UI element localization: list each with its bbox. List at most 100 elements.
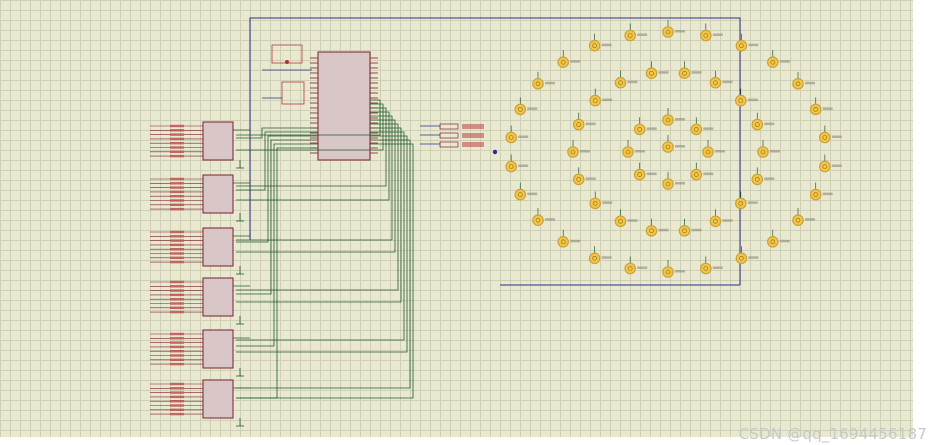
led-label-mark — [570, 239, 581, 243]
resistor — [170, 129, 184, 132]
led-label-mark — [722, 80, 733, 84]
resistor — [170, 186, 184, 189]
led-label-mark — [805, 218, 815, 221]
led-lamp — [662, 26, 674, 38]
led-lamp — [751, 118, 764, 131]
led-label-mark — [658, 71, 669, 74]
led-label-mark — [627, 80, 638, 84]
led-label-mark — [715, 150, 725, 153]
led-lamp — [809, 103, 822, 116]
led-lamp — [735, 252, 748, 265]
resistor — [170, 146, 184, 149]
resistor — [170, 243, 184, 247]
led-label-mark — [764, 177, 775, 180]
resistor — [170, 408, 184, 411]
button-label-mark — [462, 133, 484, 138]
resistor — [170, 239, 184, 242]
led-label-mark — [601, 256, 612, 259]
led-lamp — [645, 225, 658, 237]
led-label-mark — [637, 33, 648, 36]
led-lamp — [792, 214, 804, 226]
resistor — [170, 358, 184, 361]
led-lamp — [514, 103, 527, 116]
led-lamp — [614, 215, 627, 228]
resistor — [170, 256, 184, 259]
led-label-mark — [805, 81, 815, 85]
resistor — [170, 306, 184, 309]
resistor — [170, 337, 184, 340]
led-lamp — [678, 225, 691, 237]
led-lamp — [699, 29, 712, 42]
led-lamp — [572, 118, 585, 131]
junction-dot — [492, 149, 498, 155]
led-label-mark — [764, 122, 775, 126]
led-label-mark — [585, 122, 596, 126]
resistor — [170, 260, 184, 264]
led-label-mark — [675, 270, 685, 273]
led-lamp — [699, 262, 712, 275]
led-lamp — [735, 39, 748, 52]
led-lamp — [690, 168, 703, 181]
reset-circuit — [281, 81, 305, 105]
led-lamp — [588, 39, 601, 52]
button-label-mark — [462, 124, 484, 129]
led-lamp — [757, 146, 769, 158]
data-wire — [236, 123, 399, 291]
led-lamp — [662, 114, 674, 126]
led-label-mark — [779, 239, 790, 243]
resistor — [170, 207, 184, 211]
led-lamp — [690, 123, 703, 136]
led-lamp — [505, 160, 517, 173]
led-lamp — [557, 56, 569, 68]
resistor — [170, 177, 184, 181]
resistor — [170, 404, 184, 407]
led-label-mark — [675, 30, 685, 33]
resistor — [170, 382, 184, 386]
led-label-mark — [712, 266, 723, 269]
data-wire — [236, 147, 318, 399]
resistor — [170, 195, 184, 198]
resistor — [170, 230, 184, 234]
led-label-mark — [646, 172, 657, 176]
led-label-mark — [779, 60, 790, 63]
led-label-mark — [822, 107, 833, 110]
driver-chip — [202, 277, 234, 317]
led-lamp — [662, 178, 674, 190]
led-lamp — [709, 215, 722, 228]
schematic-sheet[interactable] — [0, 0, 913, 437]
watermark: CSDN @qq_1694456187 — [738, 425, 927, 443]
led-lamp — [624, 29, 636, 42]
data-wire — [236, 127, 318, 139]
resistor — [170, 293, 184, 297]
resistor — [170, 199, 184, 202]
led-label-mark — [703, 172, 714, 176]
led-lamp — [589, 94, 601, 107]
led-label-mark — [747, 201, 758, 204]
resistor — [170, 142, 184, 145]
led-label-mark — [545, 81, 555, 85]
driver-chip — [202, 329, 234, 369]
resistor — [170, 190, 184, 194]
led-label-mark — [831, 135, 842, 138]
resistor — [170, 400, 184, 403]
led-lamp — [734, 94, 747, 107]
led-label-mark — [675, 145, 685, 148]
led-lamp — [702, 146, 714, 158]
led-label-mark — [770, 150, 780, 153]
led-label-mark — [602, 98, 613, 102]
led-label-mark — [518, 164, 529, 167]
resistor — [170, 341, 184, 344]
resistor — [170, 154, 184, 158]
led-lamp — [818, 131, 831, 144]
led-lamp — [633, 123, 646, 136]
led-label-mark — [691, 228, 702, 232]
led-label-mark — [635, 150, 645, 153]
resistor — [170, 285, 184, 288]
led-lamp — [532, 214, 544, 226]
microcontroller-chip — [317, 51, 371, 161]
led-lamp — [572, 173, 585, 186]
resistor — [170, 133, 184, 136]
button-label-mark — [462, 142, 484, 147]
led-lamp — [557, 236, 569, 248]
led-label-mark — [602, 201, 613, 204]
